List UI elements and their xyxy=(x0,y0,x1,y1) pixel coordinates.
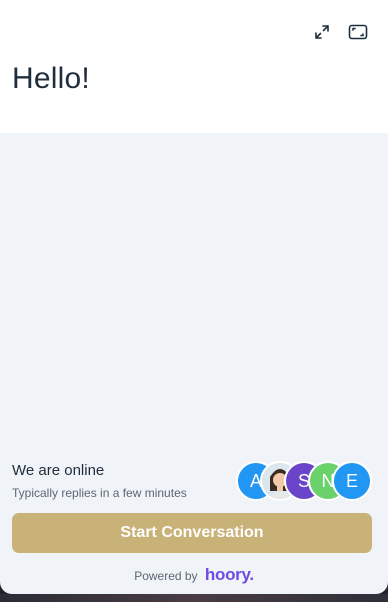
powered-by-label: Powered by xyxy=(134,569,198,583)
header-controls xyxy=(312,22,368,42)
start-conversation-button[interactable]: Start Conversation xyxy=(12,513,372,553)
reply-time-text: Typically replies in a few minutes xyxy=(12,486,187,500)
avatar-agent-e: E xyxy=(332,461,372,501)
fullscreen-frame-icon[interactable] xyxy=(348,22,368,42)
powered-by: Powered by hoory. xyxy=(0,565,388,585)
greeting-title: Hello! xyxy=(12,62,90,95)
online-status-title: We are online xyxy=(12,462,105,479)
widget-header: Hello! xyxy=(0,0,388,133)
agent-avatars: A S N E xyxy=(236,461,372,501)
availability-section: We are online Typically replies in a few… xyxy=(0,454,388,594)
page-backdrop xyxy=(0,594,388,602)
avatar-initial: E xyxy=(345,470,358,491)
hoory-logo[interactable]: hoory. xyxy=(205,565,254,584)
chat-widget: Hello! We are online Typically replies i… xyxy=(0,0,388,594)
expand-arrows-icon[interactable] xyxy=(312,22,332,42)
